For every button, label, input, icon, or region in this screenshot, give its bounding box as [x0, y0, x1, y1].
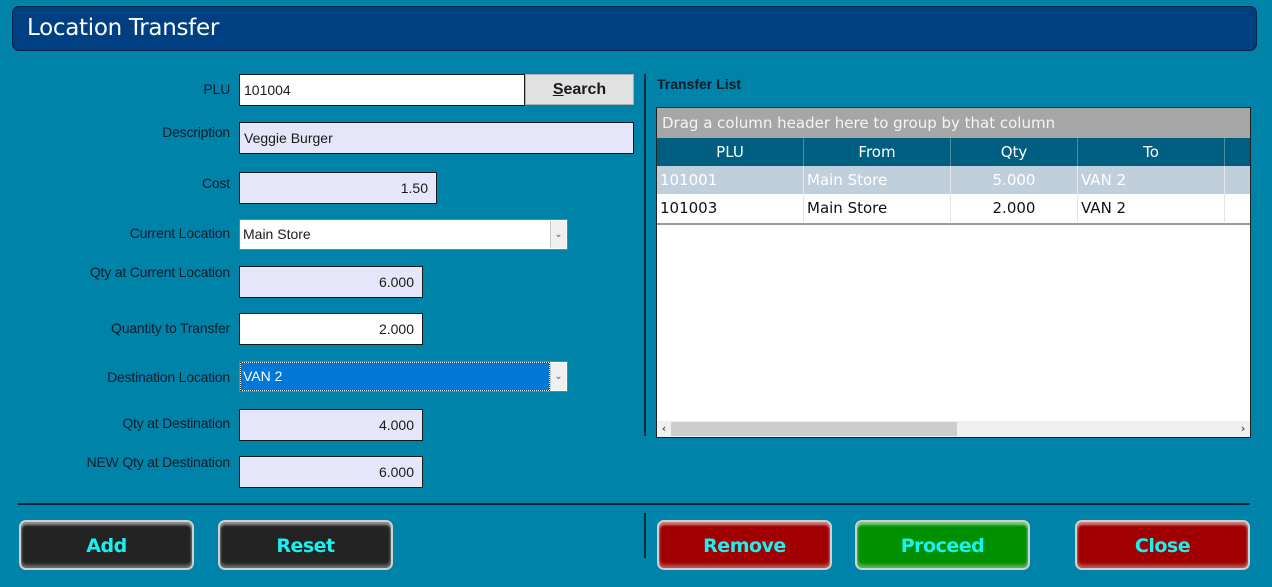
remove-button[interactable]: Remove	[657, 520, 832, 570]
cell-plu: 101003	[657, 194, 804, 222]
reset-button[interactable]: Reset	[218, 520, 393, 570]
cost-field[interactable]: 1.50	[239, 172, 437, 204]
chevron-down-icon[interactable]: ⌄	[550, 221, 566, 248]
transfer-list-title: Transfer List	[657, 76, 742, 92]
cell-filler	[1225, 166, 1250, 194]
cost-label: Cost	[202, 175, 230, 191]
grid-header: PLU From Qty To	[657, 138, 1250, 166]
horizontal-divider	[18, 503, 1250, 505]
column-header-qty[interactable]: Qty	[951, 138, 1078, 166]
current-location-label: Current Location	[129, 225, 231, 241]
scrollbar-thumb[interactable]	[671, 422, 957, 436]
destination-location-select[interactable]: VAN 2 ⌄	[239, 361, 568, 392]
close-button[interactable]: Close	[1075, 520, 1250, 570]
search-button[interactable]: Search	[525, 74, 634, 105]
window-title: Location Transfer	[12, 6, 1257, 51]
description-field[interactable]: Veggie Burger	[239, 122, 634, 154]
transfer-list-grid[interactable]: Drag a column header here to group by th…	[656, 107, 1251, 438]
new-qty-destination-label: NEW Qty at Destination	[86, 454, 231, 470]
new-qty-destination-field[interactable]: 6.000	[239, 456, 423, 488]
destination-location-label: Destination Location	[107, 369, 230, 385]
cell-filler	[1225, 194, 1250, 222]
column-header-plu[interactable]: PLU	[657, 138, 804, 166]
proceed-button[interactable]: Proceed	[855, 520, 1030, 570]
qty-destination-field[interactable]: 4.000	[239, 409, 423, 441]
cell-from: Main Store	[804, 166, 951, 194]
current-location-value: Main Store	[243, 226, 311, 242]
group-by-panel[interactable]: Drag a column header here to group by th…	[657, 108, 1250, 138]
plu-label: PLU	[203, 81, 230, 97]
search-button-hotkey: S	[552, 81, 564, 98]
qty-current-label: Qty at Current Location	[89, 264, 230, 280]
cell-qty: 5.000	[951, 166, 1078, 194]
qty-destination-label: Qty at Destination	[122, 415, 230, 431]
description-label: Description	[162, 124, 230, 140]
table-row[interactable]: 101003 Main Store 2.000 VAN 2	[657, 194, 1250, 222]
horizontal-scrollbar[interactable]: ‹ ›	[657, 421, 1250, 437]
column-header-from[interactable]: From	[804, 138, 951, 166]
search-button-label: earch	[563, 81, 607, 98]
column-header-filler	[1225, 138, 1250, 166]
current-location-select[interactable]: Main Store ⌄	[239, 219, 568, 250]
cell-to: VAN 2	[1078, 166, 1225, 194]
cell-qty: 2.000	[951, 194, 1078, 222]
scroll-right-icon[interactable]: ›	[1236, 421, 1250, 437]
button-divider	[644, 513, 646, 558]
cell-to: VAN 2	[1078, 194, 1225, 222]
add-button[interactable]: Add	[19, 520, 194, 570]
table-row[interactable]: 101001 Main Store 5.000 VAN 2	[657, 166, 1250, 194]
column-header-to[interactable]: To	[1078, 138, 1225, 166]
plu-input[interactable]: 101004	[239, 74, 525, 106]
scroll-left-icon[interactable]: ‹	[657, 421, 671, 437]
qty-current-field[interactable]: 6.000	[239, 266, 423, 298]
qty-transfer-input[interactable]: 2.000	[239, 313, 423, 345]
cell-plu: 101001	[657, 166, 804, 194]
chevron-down-icon[interactable]: ⌄	[550, 363, 566, 390]
vertical-divider	[644, 74, 646, 436]
cell-from: Main Store	[804, 194, 951, 222]
qty-transfer-label: Quantity to Transfer	[111, 320, 230, 336]
rows-end-line	[657, 223, 1250, 225]
destination-location-value: VAN 2	[240, 362, 550, 391]
